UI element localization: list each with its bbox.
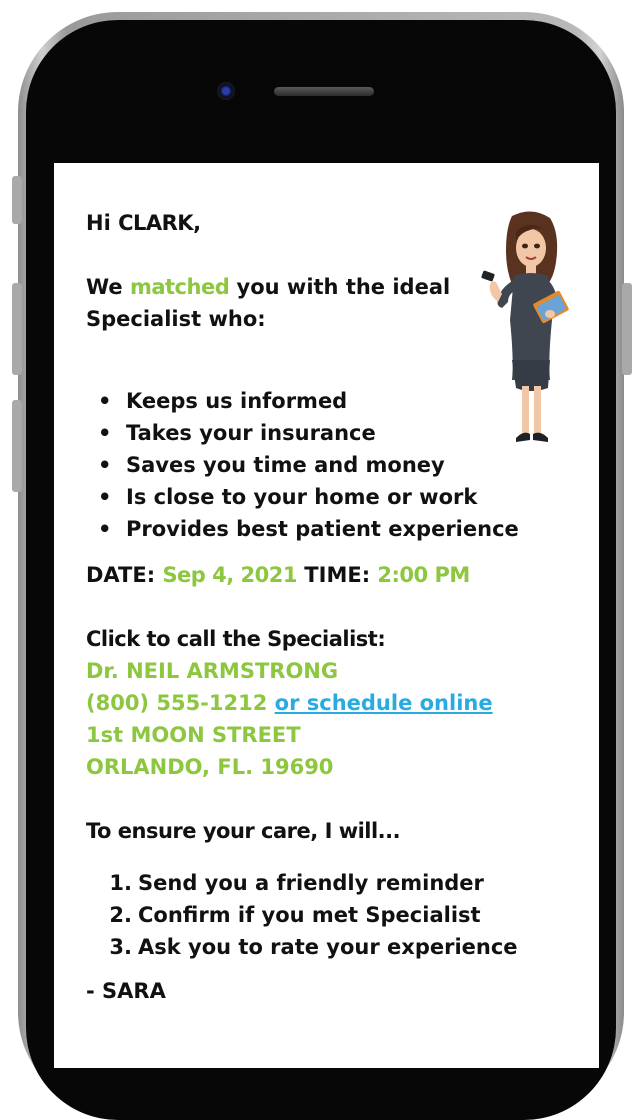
appointment-time: 2:00 PM xyxy=(377,563,470,587)
list-item: 2. Confirm if you met Specialist xyxy=(109,903,481,927)
list-item: Keeps us informed xyxy=(86,385,519,417)
front-camera-icon xyxy=(217,82,235,100)
appointment-date: Sep 4, 2021 xyxy=(162,563,297,587)
specialist-street: 1st MOON STREET xyxy=(86,723,301,747)
specialist-heading[interactable]: Click to call the Specialist: xyxy=(86,627,386,651)
phone-line: (800) 555-1212 or schedule online xyxy=(86,691,493,715)
specialist-phone-link[interactable]: (800) 555-1212 xyxy=(86,691,267,715)
signature: - SARA xyxy=(86,979,166,1003)
specialist-qualities-list: Keeps us informed Takes your insurance S… xyxy=(86,385,519,545)
list-item: Saves you time and money xyxy=(86,449,519,481)
list-item: Takes your insurance xyxy=(86,417,519,449)
assistant-woman-icon xyxy=(481,211,569,442)
intro-line-1: We matched you with the ideal xyxy=(86,275,451,299)
intro-line-2: Specialist who: xyxy=(86,307,266,331)
list-item: Provides best patient experience xyxy=(86,513,519,545)
care-steps-list: 1. Send you a friendly reminder 2. Confirm… xyxy=(86,867,518,963)
greeting: Hi CLARK, xyxy=(86,211,202,235)
specialist-city: ORLANDO, FL. 19690 xyxy=(86,755,334,779)
matched-highlight: matched xyxy=(129,275,230,299)
schedule-online-link[interactable]: or schedule online xyxy=(275,691,493,715)
list-item: 1. Send you a friendly reminder xyxy=(109,871,484,895)
care-heading: To ensure your care, I will... xyxy=(86,819,401,843)
power-button xyxy=(622,283,632,375)
recipient-name: CLARK xyxy=(118,211,194,235)
volume-up-button xyxy=(12,283,22,375)
mute-switch xyxy=(12,176,22,224)
earpiece-speaker xyxy=(274,87,374,96)
specialist-name: Dr. NEIL ARMSTRONG xyxy=(86,659,339,683)
volume-down-button xyxy=(12,400,22,492)
appointment-line: DATE: Sep 4, 2021 TIME: 2:00 PM xyxy=(86,563,470,587)
list-item: Is close to your home or work xyxy=(86,481,519,513)
list-item: 3. Ask you to rate your experience xyxy=(109,935,518,959)
